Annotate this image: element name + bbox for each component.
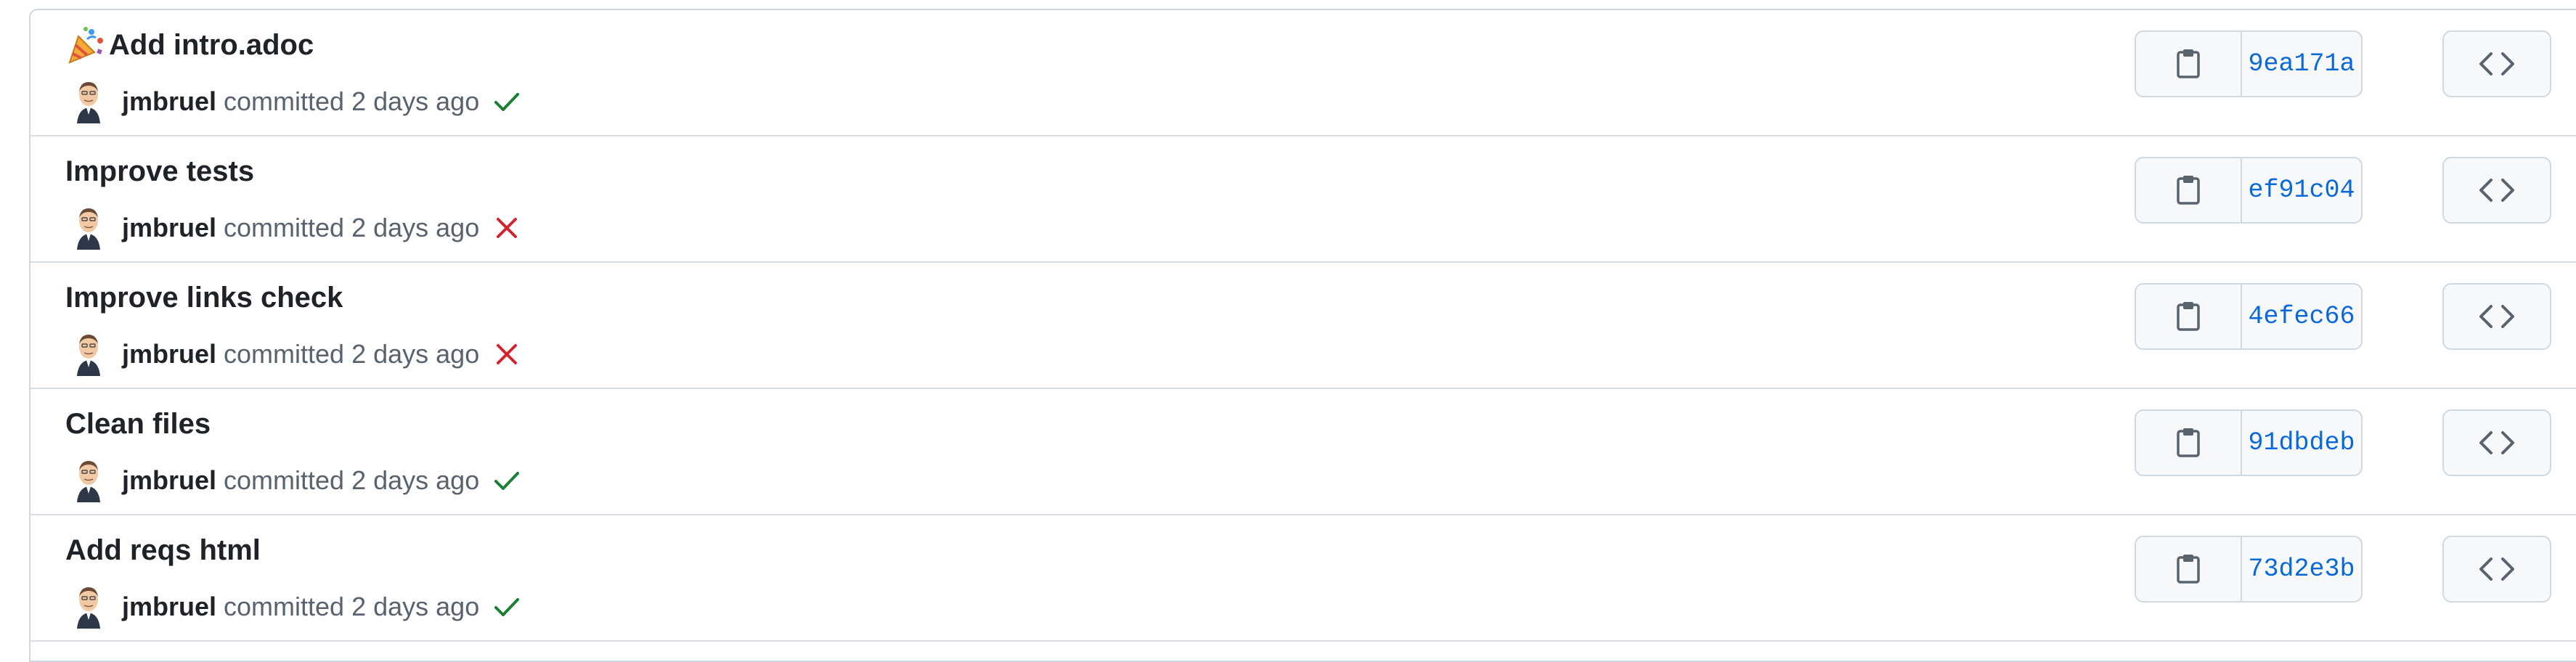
commit-meta: jmbruel committed 2 days ago — [71, 206, 521, 250]
code-icon — [2479, 305, 2514, 328]
browse-repo-button[interactable] — [2442, 30, 2551, 97]
commit-title-text: Improve links check — [65, 281, 343, 314]
commit-actions: 73d2e3b — [2135, 536, 2363, 602]
commit-actions: 4efec66 — [2135, 283, 2363, 350]
copy-icon — [2177, 555, 2200, 584]
commit-title[interactable]: Improve tests — [65, 151, 254, 192]
browse-repo-button[interactable] — [2442, 536, 2551, 602]
commit-row: Improve tests jmbruel committed 2 days a… — [30, 136, 2576, 263]
copy-sha-button[interactable] — [2136, 158, 2242, 222]
commit-meta: jmbruel committed 2 days ago — [71, 585, 521, 629]
commit-sha-link[interactable]: ef91c04 — [2242, 158, 2361, 222]
code-icon — [2479, 431, 2514, 454]
code-icon — [2479, 52, 2514, 75]
commit-row: Clean files jmbruel committed 2 days ago — [30, 389, 2576, 515]
avatar[interactable] — [71, 459, 106, 502]
commit-meta: jmbruel committed 2 days ago — [71, 332, 521, 376]
commit-sha-link[interactable]: 4efec66 — [2242, 285, 2361, 348]
commit-title[interactable]: Improve links check — [65, 277, 343, 318]
avatar[interactable] — [71, 332, 106, 376]
check-icon[interactable] — [492, 466, 521, 495]
check-icon[interactable] — [492, 87, 521, 116]
commit-meta: jmbruel committed 2 days ago — [71, 459, 521, 502]
commit-row: Improve links check jmbruel committed 2 … — [30, 263, 2576, 389]
avatar[interactable] — [71, 80, 106, 123]
copy-icon — [2177, 428, 2200, 457]
commit-title[interactable]: Add reqs html — [65, 530, 261, 571]
copy-icon — [2177, 302, 2200, 331]
copy-sha-button[interactable] — [2136, 285, 2242, 348]
commit-actions: ef91c04 — [2135, 157, 2363, 224]
author-link[interactable]: jmbruel — [122, 213, 216, 243]
copy-sha-button[interactable] — [2136, 537, 2242, 601]
commit-actions: 91dbdeb — [2135, 409, 2363, 476]
commit-row: Add intro.adoc jmbruel committed 2 days … — [30, 10, 2576, 136]
commit-time: committed 2 days ago — [224, 86, 480, 116]
author-link[interactable]: jmbruel — [122, 592, 216, 622]
commit-title-text: Improve tests — [65, 155, 255, 187]
browse-repo-button[interactable] — [2442, 157, 2551, 224]
commit-title[interactable]: Clean files — [65, 404, 211, 444]
x-icon[interactable] — [492, 340, 521, 369]
commit-sha-link[interactable]: 9ea171a — [2242, 32, 2361, 96]
author-link[interactable]: jmbruel — [122, 465, 216, 496]
copy-sha-button[interactable] — [2136, 32, 2242, 96]
avatar[interactable] — [71, 206, 106, 250]
commit-meta: jmbruel committed 2 days ago — [71, 80, 521, 123]
browse-repo-button[interactable] — [2442, 283, 2551, 350]
author-link[interactable]: jmbruel — [122, 86, 216, 117]
commit-title-text: Add intro.adoc — [109, 28, 314, 61]
commit-actions: 9ea171a — [2135, 30, 2363, 97]
commit-sha-link[interactable]: 91dbdeb — [2242, 411, 2361, 475]
commit-title-text: Clean files — [65, 407, 211, 440]
commit-time: committed 2 days ago — [224, 339, 480, 369]
commit-time: committed 2 days ago — [224, 592, 480, 621]
code-icon — [2479, 557, 2514, 581]
copy-icon — [2177, 49, 2200, 78]
commit-time: committed 2 days ago — [224, 465, 480, 495]
code-icon — [2479, 179, 2514, 202]
commit-title[interactable]: Add intro.adoc — [65, 25, 314, 65]
avatar[interactable] — [71, 585, 106, 629]
author-link[interactable]: jmbruel — [122, 339, 216, 369]
commit-title-text: Add reqs html — [65, 534, 261, 566]
commit-row: Add reqs html jmbruel committed 2 days a… — [30, 515, 2576, 642]
check-icon[interactable] — [492, 592, 521, 621]
browse-repo-button[interactable] — [2442, 409, 2551, 476]
copy-sha-button[interactable] — [2136, 411, 2242, 475]
tada-icon — [68, 27, 103, 64]
commit-time: committed 2 days ago — [224, 213, 480, 242]
commit-list: Add intro.adoc jmbruel committed 2 days … — [29, 9, 2576, 662]
copy-icon — [2177, 176, 2200, 205]
x-icon[interactable] — [492, 213, 521, 242]
commit-sha-link[interactable]: 73d2e3b — [2242, 537, 2361, 601]
